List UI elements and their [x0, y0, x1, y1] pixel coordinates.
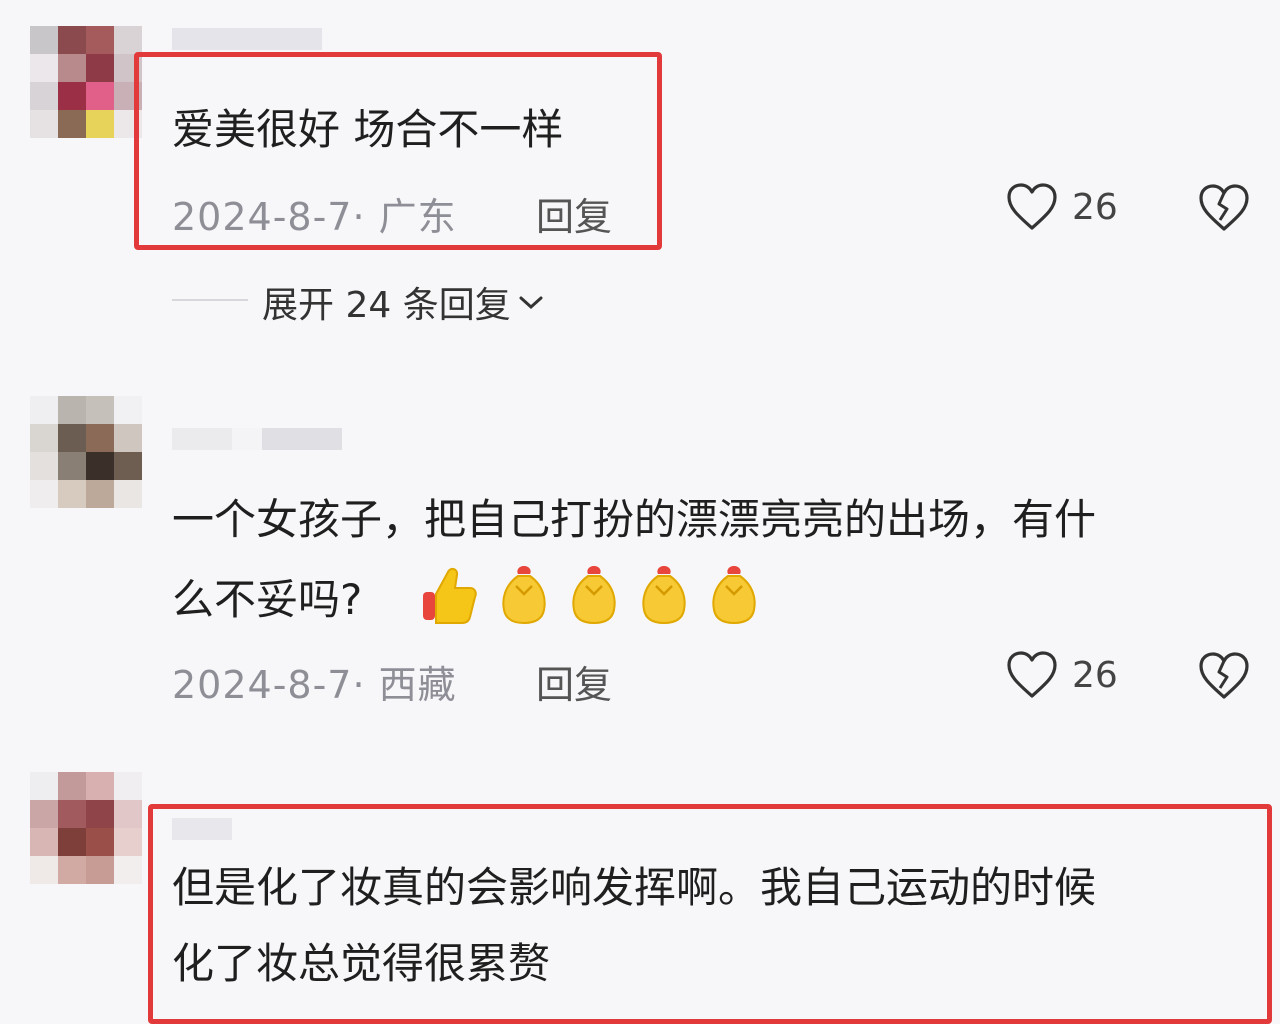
username[interactable]: [172, 428, 342, 450]
avatar[interactable]: [30, 396, 142, 508]
like-button[interactable]: 26: [1006, 650, 1118, 700]
username[interactable]: [172, 28, 322, 50]
comment-date-region: 2024-8-7· 西藏: [172, 663, 457, 707]
emoji-row: [420, 562, 758, 626]
expand-divider: [172, 299, 248, 301]
broken-heart-icon: [1199, 184, 1249, 231]
dislike-button[interactable]: [1198, 650, 1250, 706]
comment-text-line2: 化了妆总觉得很累赘: [172, 939, 551, 988]
expand-replies-label: 展开 24 条回复: [262, 285, 511, 326]
avatar[interactable]: [30, 26, 142, 138]
chevron-down-icon: [519, 296, 543, 310]
heart-outline-icon: [1007, 183, 1057, 230]
reply-button[interactable]: 回复: [536, 186, 612, 241]
heart-outline-icon: [1007, 651, 1057, 698]
comment-date-region: 2024-8-7· 广东: [172, 195, 457, 239]
money-bag-icon: [712, 566, 756, 625]
money-bag-icon: [572, 566, 616, 625]
like-count: 26: [1072, 186, 1118, 228]
expand-replies-button[interactable]: 展开 24 条回复: [262, 276, 545, 328]
like-button[interactable]: 26: [1006, 182, 1118, 232]
money-bag-icon: [642, 566, 686, 625]
avatar[interactable]: [30, 772, 142, 884]
comment-text-line1: 一个女孩子，把自己打扮的漂漂亮亮的出场，有什: [172, 495, 1097, 544]
money-bag-icon: [502, 566, 546, 625]
broken-heart-icon: [1199, 652, 1249, 699]
comment-text-line1: 但是化了妆真的会影响发挥啊。我自己运动的时候: [172, 863, 1097, 912]
comment-text: 爱美很好 场合不一样: [172, 105, 564, 154]
like-count: 26: [1072, 654, 1118, 696]
reply-button[interactable]: 回复: [536, 654, 612, 709]
comment-text-line2: 么不妥吗?: [172, 575, 363, 624]
dislike-button[interactable]: [1198, 182, 1250, 238]
thumbs-up-icon: [423, 567, 477, 624]
